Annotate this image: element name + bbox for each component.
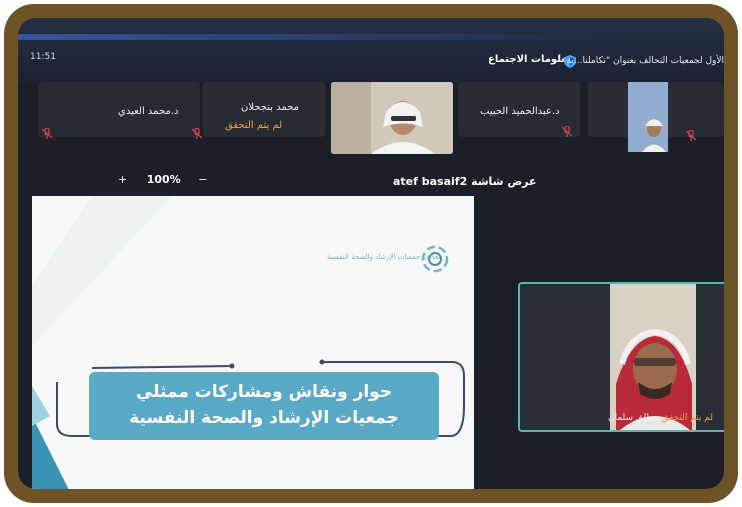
- participant-tile-alhabib[interactable]: د.عبدالحميد الحبيب: [458, 82, 580, 137]
- unverified-status: لم يتم التحقق: [661, 413, 714, 423]
- mic-muted-icon[interactable]: [42, 128, 52, 139]
- unverified-status: لم يتم التحقق: [225, 120, 283, 131]
- participant-video-image: [628, 82, 668, 152]
- participant-name: د.محمد العيدي: [118, 106, 179, 117]
- participant-name: د.عبدالحميد الحبيب: [480, 106, 560, 117]
- participant-tile-benjahlan[interactable]: محمد بنجحلان لم يتم التحقق: [203, 82, 325, 137]
- speaker-video-image: [520, 284, 724, 430]
- participant-tile-alaidi[interactable]: د.محمد العيدي: [38, 82, 202, 139]
- speaker-label: لم يتم التحقق مطلق سلمان: [608, 413, 713, 423]
- slide-title-banner: حوار ونقاش ومشاركات ممثلي جمعيات الإرشاد…: [89, 372, 439, 440]
- zoom-out-button[interactable]: −: [198, 173, 207, 186]
- meeting-window: 11:51 معلومات الاجتماع الأول لجمعيات الت…: [18, 18, 724, 489]
- clock: 11:51: [30, 52, 56, 62]
- organization-logo-text: تحالف جمعيات الإرشاد والصحة النفسية: [327, 253, 441, 261]
- meeting-info-button[interactable]: معلومات الاجتماع: [488, 54, 573, 65]
- slide-title-line-2: جمعيات الإرشاد والصحة النفسية: [129, 408, 399, 428]
- zoom-in-button[interactable]: +: [118, 173, 127, 186]
- slide-title-line-1: حوار ونقاش ومشاركات ممثلي: [135, 382, 393, 402]
- title-bar: 11:51 معلومات الاجتماع الأول لجمعيات الت…: [18, 18, 724, 83]
- top-glare: [18, 34, 724, 40]
- participant-tile-video-2[interactable]: [588, 82, 724, 152]
- meeting-title: الأول لجمعيات التحالف بعنوان "تكاملنا...…: [566, 56, 724, 66]
- slide-background: [32, 196, 474, 489]
- screen-share-label: عرض شاشة atef basaif2: [393, 175, 537, 188]
- shared-slide: تحالف جمعيات الإرشاد والصحة النفسية حوار…: [32, 196, 474, 489]
- participant-video-1[interactable]: [331, 82, 453, 154]
- photo-frame: 11:51 معلومات الاجتماع الأول لجمعيات الت…: [4, 4, 738, 503]
- mic-muted-icon[interactable]: [192, 128, 202, 139]
- participant-name: محمد بنجحلان: [241, 102, 300, 113]
- active-speaker-tile[interactable]: [518, 282, 724, 432]
- zoom-level: 100%: [146, 173, 181, 186]
- mic-muted-icon[interactable]: [562, 126, 572, 137]
- speaker-name: مطلق سلمان: [608, 413, 659, 423]
- zoom-controls: + 100% −: [118, 173, 207, 186]
- participant-video-image: [331, 82, 453, 154]
- mic-muted-icon[interactable]: [686, 130, 696, 141]
